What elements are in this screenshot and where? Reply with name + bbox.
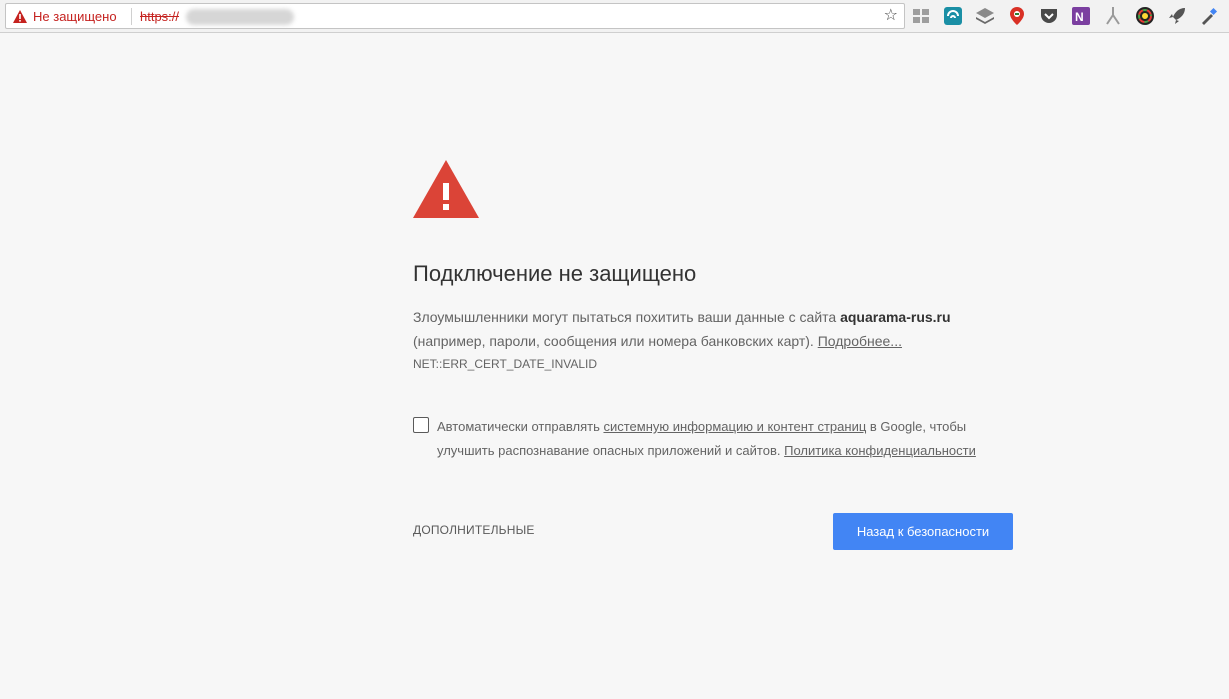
system-info-link[interactable]: системную информацию и контент страниц: [603, 419, 866, 434]
color-wheel-extension-icon[interactable]: [1135, 6, 1155, 26]
map-pin-extension-icon[interactable]: [1007, 6, 1027, 26]
warning-triangle-icon: [413, 160, 479, 218]
svg-text:N: N: [1075, 10, 1084, 24]
omnibox-divider: [131, 8, 132, 25]
explanation-paragraph: Злоумышленники могут пытаться похитить в…: [413, 305, 1013, 353]
branch-extension-icon[interactable]: [1103, 6, 1123, 26]
learn-more-link[interactable]: Подробнее...: [818, 333, 902, 349]
star-icon[interactable]: ☆: [884, 7, 898, 25]
browser-toolbar: Не защищено https:// ☆ N: [0, 0, 1229, 33]
details-button[interactable]: Дополнительные: [413, 523, 535, 537]
layers-extension-icon[interactable]: [975, 6, 995, 26]
eyedropper-extension-icon[interactable]: [1199, 6, 1219, 26]
warning-triangle-icon[interactable]: [13, 10, 27, 23]
optin-prefix: Автоматически отправлять: [437, 419, 604, 434]
rocket-extension-icon[interactable]: [1167, 6, 1187, 26]
onenote-extension-icon[interactable]: N: [1071, 6, 1091, 26]
explanation-suffix: (например, пароли, сообщения или номера …: [413, 333, 818, 349]
error-code: NET::ERR_CERT_DATE_INVALID: [413, 357, 598, 371]
apps-grid-icon[interactable]: [911, 6, 931, 26]
site-domain: aquarama-rus.ru: [840, 309, 951, 325]
privacy-policy-link[interactable]: Политика конфиденциальности: [784, 443, 976, 458]
security-status-label[interactable]: Не защищено: [33, 9, 117, 24]
pocket-extension-icon[interactable]: [1039, 6, 1059, 26]
explanation-prefix: Злоумышленники могут пытаться похитить в…: [413, 309, 841, 325]
address-bar[interactable]: Не защищено https:// ☆: [5, 3, 905, 29]
optin-checkbox[interactable]: [413, 417, 429, 433]
url-host-blurred: [186, 9, 294, 25]
back-to-safety-button[interactable]: Назад к безопасности: [833, 513, 1013, 550]
page-title: Подключение не защищено: [413, 261, 697, 286]
wave-extension-icon[interactable]: [943, 6, 963, 26]
url-scheme: https://: [140, 9, 180, 24]
optin-label: Автоматически отправлять системную инфор…: [437, 415, 1007, 463]
